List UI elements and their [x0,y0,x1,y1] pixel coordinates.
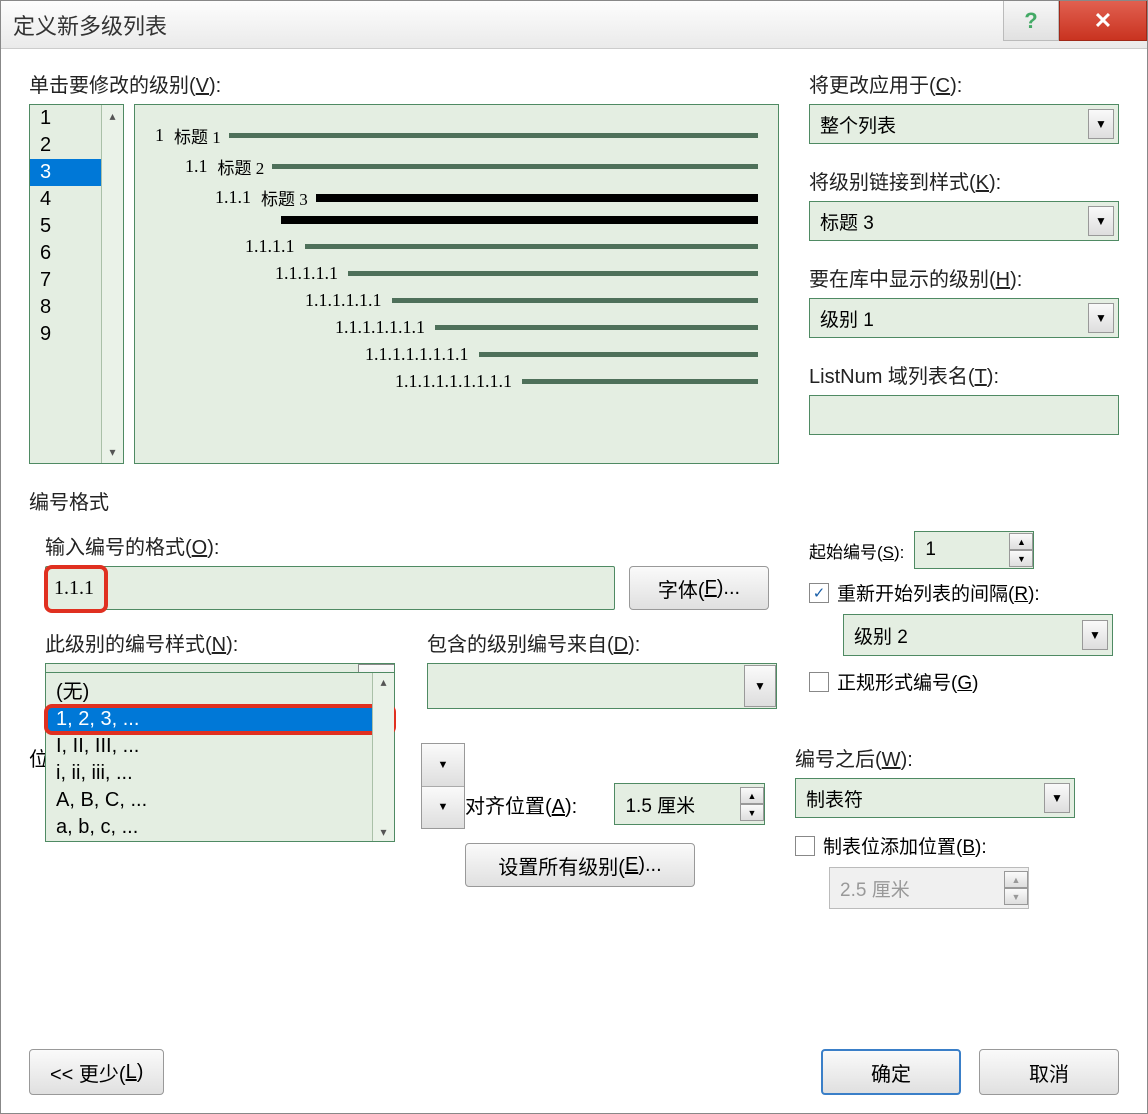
number-style-label: 此级别的编号样式(N): [45,628,397,657]
scroll-up-icon[interactable]: ▴ [109,109,115,123]
chevron-down-icon: ▼ [744,665,776,707]
preview-line: 1.1.1.1.1 [155,263,758,284]
titlebar: 定义新多级列表 ? ✕ [1,1,1147,49]
preview-line: 1.1.1标题 3 [155,185,758,210]
number-style-option[interactable]: (无) [46,673,394,706]
chevron-down-icon: ▼ [1088,206,1114,236]
chevron-down-icon: ▼ [422,787,464,829]
preview-pane: 1标题 1 1.1标题 2 1.1.1标题 3 1.1.1.1 1.1.1.1.1 1.1… [134,104,779,464]
spinner-up-icon[interactable]: ▲ [1009,533,1033,550]
level-item-6[interactable]: 6 [30,240,101,267]
legal-format-checkbox[interactable] [809,672,829,692]
spinner-up-icon: ▲ [1004,871,1028,888]
number-style-option[interactable]: i, ii, iii, ... [46,760,394,787]
spinner-up-icon[interactable]: ▲ [740,787,764,804]
scroll-down-icon[interactable]: ▾ [109,445,115,459]
dialog-title: 定义新多级列表 [13,9,167,41]
enter-format-label: 输入编号的格式(O): [45,531,779,560]
level-item-2[interactable]: 2 [30,132,101,159]
help-button[interactable]: ? [1003,1,1059,41]
number-style-option[interactable]: I, II, III, ... [46,733,394,760]
dialog-footer: << 更少(L) 确定 取消 [1,1035,1147,1113]
preview-line [155,216,758,224]
scroll-up-icon[interactable]: ▴ [380,675,386,689]
level-item-3[interactable]: 3 [30,159,101,186]
tab-stop-spinner: 2.5 厘米 ▲ ▼ [829,867,1029,909]
start-at-label: 起始编号(S): [809,538,904,563]
chevron-down-icon: ▼ [1044,783,1070,813]
spinner-down-icon: ▼ [1004,888,1028,905]
include-from-select[interactable]: ▼ [427,663,777,709]
preview-line: 1.1.1.1.1.1.1.1.1 [155,371,758,392]
define-multilevel-list-dialog: 定义新多级列表 ? ✕ 单击要修改的级别(V): 123456789 ▴ ▾ [0,0,1148,1114]
level-item-4[interactable]: 4 [30,186,101,213]
start-at-spinner[interactable]: 1 ▲ ▼ [914,531,1034,569]
align-at-label: 对齐位置(A): [465,790,598,819]
preview-line: 1.1.1.1 [155,236,758,257]
restart-checkbox-label: 重新开始列表的间隔(R): [837,579,1040,606]
show-gallery-select[interactable]: 级别 1 ▼ [809,298,1119,338]
number-format-input[interactable]: 1.1.1 [45,566,615,610]
number-style-dropdown[interactable]: (无)1, 2, 3, ...I, II, III, ...i, ii, iii… [45,672,395,842]
link-style-label: 将级别链接到样式(K): [809,166,1119,195]
restart-checkbox[interactable]: ✓ [809,583,829,603]
less-button[interactable]: << 更少(L) [29,1049,164,1095]
tab-stop-label: 制表位添加位置(B): [823,832,987,859]
apply-changes-label: 将更改应用于(C): [809,69,1119,98]
level-listbox[interactable]: 123456789 ▴ ▾ [29,104,124,464]
listnum-input[interactable] [809,395,1119,435]
show-gallery-label: 要在库中显示的级别(H): [809,263,1119,292]
level-item-9[interactable]: 9 [30,321,101,348]
spinner-down-icon[interactable]: ▼ [1009,550,1033,567]
followed-by-select[interactable]: 制表符 ▼ [795,778,1075,818]
chevron-down-icon: ▼ [1088,303,1114,333]
followed-by-label: 编号之后(W): [795,743,1105,772]
level-item-5[interactable]: 5 [30,213,101,240]
number-style-option[interactable]: 1, 2, 3, ... [44,704,396,735]
scrollbar[interactable]: ▴ ▾ [372,673,394,841]
partial-select-obscured[interactable]: ▼ ▼ [421,743,465,829]
click-level-label: 单击要修改的级别(V): [29,69,779,98]
preview-line: 1.1标题 2 [155,154,758,179]
chevron-down-icon: ▼ [1082,620,1108,650]
number-style-option[interactable]: a, b, c, ... [46,814,394,841]
preview-line: 1.1.1.1.1.1.1.1 [155,344,758,365]
set-all-levels-button[interactable]: 设置所有级别(E)... [465,843,695,887]
link-style-select[interactable]: 标题 3 ▼ [809,201,1119,241]
spinner-down-icon[interactable]: ▼ [740,804,764,821]
preview-line: 1标题 1 [155,123,758,148]
chevron-down-icon: ▼ [1088,109,1114,139]
include-from-label: 包含的级别编号来自(D): [427,628,779,657]
tab-stop-checkbox[interactable] [795,836,815,856]
level-item-8[interactable]: 8 [30,294,101,321]
chevron-down-icon: ▼ [422,744,464,787]
cancel-button[interactable]: 取消 [979,1049,1119,1095]
dialog-body: 单击要修改的级别(V): 123456789 ▴ ▾ 1标题 11.1标题 21… [1,49,1147,1035]
apply-changes-select[interactable]: 整个列表 ▼ [809,104,1119,144]
ok-button[interactable]: 确定 [821,1049,961,1095]
close-button[interactable]: ✕ [1059,1,1147,41]
level-item-1[interactable]: 1 [30,105,101,132]
scroll-down-icon[interactable]: ▾ [380,825,386,839]
legal-format-label: 正规形式编号(G) [837,668,978,695]
preview-line: 1.1.1.1.1.1 [155,290,758,311]
scrollbar[interactable]: ▴ ▾ [101,105,123,463]
number-style-option[interactable]: A, B, C, ... [46,787,394,814]
level-item-7[interactable]: 7 [30,267,101,294]
listnum-label: ListNum 域列表名(T): [809,360,1119,389]
align-at-spinner[interactable]: 1.5 厘米 ▲ ▼ [614,783,765,825]
font-button[interactable]: 字体(F)... [629,566,769,610]
restart-after-select[interactable]: 级别 2 ▼ [843,614,1113,656]
number-format-group-label: 编号格式 [29,486,1119,515]
preview-line: 1.1.1.1.1.1.1 [155,317,758,338]
